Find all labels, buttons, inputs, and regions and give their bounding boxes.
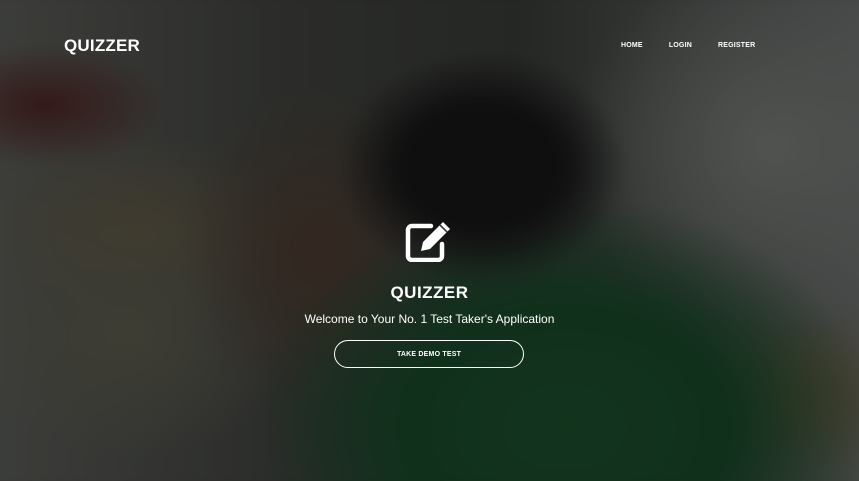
- hero-tagline: Welcome to Your No. 1 Test Taker's Appli…: [304, 312, 555, 326]
- hero-title: QUIZZER: [390, 283, 469, 302]
- hero-section: QUIZZER HOME LOGIN REGISTER QUIZZER Welc…: [0, 0, 859, 481]
- take-demo-test-button[interactable]: TAKE DEMO TEST: [334, 340, 524, 368]
- hero-content: QUIZZER Welcome to Your No. 1 Test Taker…: [0, 0, 859, 481]
- edit-icon: [405, 222, 450, 262]
